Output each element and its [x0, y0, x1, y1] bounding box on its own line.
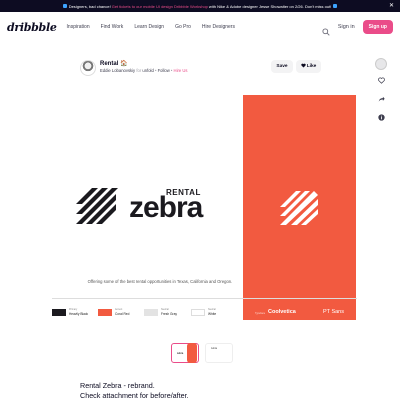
swatch-name: Heavily Black — [69, 312, 89, 316]
swatch-label: Primary — [69, 308, 78, 311]
palette-swatch — [144, 309, 158, 316]
nav-link-find-work[interactable]: Find Work — [101, 24, 124, 30]
side-avatar[interactable] — [375, 58, 387, 70]
swatch-name: White — [208, 312, 217, 316]
nav-link-learn-design[interactable]: Learn Design — [134, 24, 164, 30]
swatch-label: Neutral — [161, 308, 169, 311]
info-icon[interactable] — [377, 113, 385, 121]
palette-swatch — [52, 309, 66, 316]
shot-description: Rental Zebra - rebrand. Check attachment… — [80, 381, 189, 400]
thumb-label: zebra — [211, 347, 217, 350]
nav-link-hire-designers[interactable]: Hire Designers — [202, 24, 235, 30]
shot-title: Rental 🏠 — [100, 61, 128, 67]
banner-text-before: Designers, bad chance! — [68, 3, 111, 9]
byline: Eddie Lobanovskiy for unfold • Follow • … — [100, 68, 188, 73]
swatch-name: Fresh Gray — [161, 312, 177, 316]
separator: • — [170, 68, 173, 73]
save-label: Save — [276, 64, 288, 69]
promo-banner: Designers, bad chance! Get tickets to ou… — [0, 0, 400, 12]
avatar[interactable] — [80, 60, 96, 76]
team-link[interactable]: unfold — [142, 68, 153, 73]
tagline: Offering some of the best rental opportu… — [87, 279, 233, 284]
font-primary: Coolvetica — [268, 309, 296, 315]
palette-swatch — [98, 309, 112, 316]
banner-text-after: with Nike & Adobe designer Jesse Showalt… — [208, 3, 332, 9]
palette-swatch — [191, 309, 205, 316]
zebra-mark-icon — [280, 191, 318, 225]
banner-link[interactable]: Get tickets to our mobile UI design Drib… — [112, 4, 208, 9]
hire-link[interactable]: Hire Us — [174, 68, 188, 73]
coral-card: Typeface Coolvetica PT Sans — [243, 95, 356, 320]
signin-link[interactable]: Sign in — [338, 24, 355, 30]
nav-link-inspiration[interactable]: Inspiration — [67, 24, 90, 30]
thumbnail-2[interactable] — [187, 343, 197, 363]
zebra-logo: RENTAL zebra — [74, 182, 209, 228]
artwork-divider — [52, 298, 357, 299]
flag-icon — [62, 4, 67, 8]
flag-icon — [333, 4, 338, 8]
thumbnail-3[interactable]: zebra — [205, 343, 233, 363]
font-label: Typeface — [255, 312, 266, 315]
swatch-label: Accent — [115, 308, 123, 311]
follow-link[interactable]: Follow — [158, 68, 170, 73]
thumb-label: zebra — [177, 352, 184, 355]
separator: • — [154, 68, 157, 73]
like-label: Like — [306, 64, 317, 69]
heart-icon[interactable] — [377, 76, 385, 84]
heart-icon — [301, 63, 306, 70]
swatch-name: Coral Red — [115, 312, 130, 316]
dribbble-logo[interactable]: dribbble — [7, 21, 57, 34]
like-button[interactable]: Like — [296, 60, 321, 73]
share-icon[interactable] — [377, 95, 385, 103]
search-icon[interactable] — [322, 23, 330, 36]
top-nav: dribbble Inspiration Find Work Learn Des… — [0, 12, 400, 42]
author-link[interactable]: Eddie Lobanovskiy — [100, 68, 135, 73]
nav-right: Sign in Sign up — [322, 20, 393, 36]
for-word: for — [136, 68, 142, 73]
font-secondary: PT Sans — [323, 309, 344, 315]
swatch-label: Neutral — [208, 308, 216, 311]
signup-button[interactable]: Sign up — [362, 20, 393, 34]
wordmark-zebra: zebra — [129, 191, 203, 224]
description-line: Check attachment for before/after. — [80, 391, 189, 400]
close-icon[interactable]: ✕ — [389, 2, 394, 9]
nav-link-go-pro[interactable]: Go Pro — [175, 24, 191, 30]
description-line: Rental Zebra - rebrand. — [80, 381, 155, 390]
save-button[interactable]: Save — [271, 60, 293, 73]
